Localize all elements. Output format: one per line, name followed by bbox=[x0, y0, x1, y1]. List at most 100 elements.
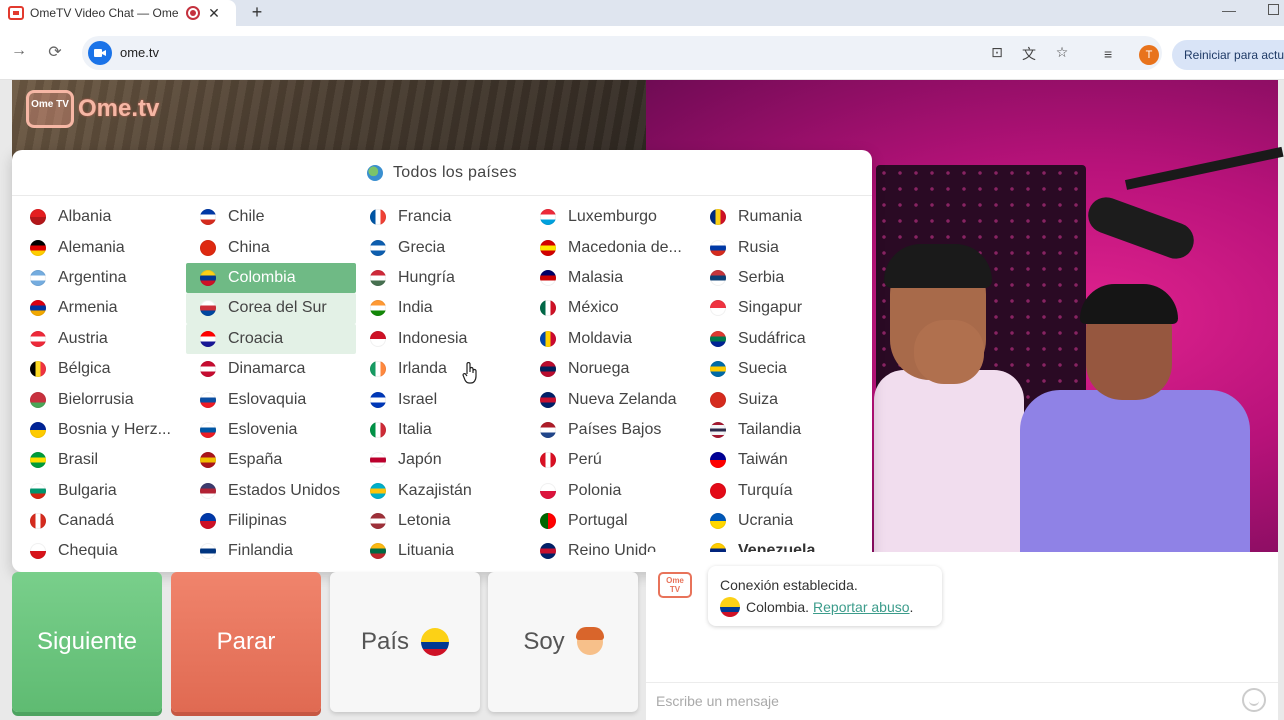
country-option[interactable]: Alemania bbox=[16, 232, 186, 262]
country-option[interactable]: Israel bbox=[356, 384, 526, 414]
country-option[interactable]: España bbox=[186, 445, 356, 475]
country-option[interactable]: Nueva Zelanda bbox=[526, 384, 696, 414]
country-flag-icon bbox=[370, 543, 386, 560]
country-option[interactable]: Polonia bbox=[526, 476, 696, 506]
country-option[interactable]: Letonia bbox=[356, 506, 526, 536]
country-option[interactable]: Perú bbox=[526, 445, 696, 475]
browser-tab[interactable]: OmeTV Video Chat — Ome ✕ bbox=[0, 0, 236, 26]
logo-text: Ome.tv bbox=[78, 95, 160, 122]
country-option[interactable]: Dinamarca bbox=[186, 354, 356, 384]
country-flag-icon bbox=[540, 239, 556, 256]
country-label: Ucrania bbox=[738, 512, 794, 530]
country-option[interactable]: Malasia bbox=[526, 263, 696, 293]
country-option[interactable]: Suiza bbox=[696, 384, 866, 414]
country-option[interactable]: Luxemburgo bbox=[526, 202, 696, 232]
bookmark-star-icon[interactable]: ☆ bbox=[1052, 44, 1072, 61]
country-option[interactable]: Italia bbox=[356, 415, 526, 445]
reload-icon[interactable]: ⟳ bbox=[44, 42, 66, 62]
country-option[interactable]: Albania bbox=[16, 202, 186, 232]
address-bar[interactable]: ome.tv ⊡ 文 ☆ bbox=[82, 36, 1162, 70]
emoji-smile-icon[interactable] bbox=[1242, 688, 1266, 712]
country-flag-icon bbox=[30, 543, 46, 560]
restart-update-button[interactable]: Reiniciar para actu bbox=[1172, 40, 1284, 70]
country-option[interactable]: Finlandia bbox=[186, 536, 356, 566]
country-option[interactable]: Noruega bbox=[526, 354, 696, 384]
new-tab-button[interactable]: + bbox=[246, 2, 268, 23]
country-option[interactable]: Austria bbox=[16, 324, 186, 354]
url-text[interactable]: ome.tv bbox=[120, 45, 159, 60]
country-option[interactable]: Argentina bbox=[16, 263, 186, 293]
country-filter-button[interactable]: País bbox=[330, 572, 480, 712]
colombia-flag-icon bbox=[720, 597, 740, 617]
country-option[interactable]: Países Bajos bbox=[526, 415, 696, 445]
country-option[interactable]: Chequia bbox=[16, 536, 186, 566]
country-option[interactable]: Tailandia bbox=[696, 415, 866, 445]
country-option[interactable]: Rumania bbox=[696, 202, 866, 232]
next-button[interactable]: Siguiente bbox=[12, 572, 162, 712]
stop-button[interactable]: Parar bbox=[171, 572, 321, 712]
country-option[interactable]: Brasil bbox=[16, 445, 186, 475]
country-option[interactable]: Taiwán bbox=[696, 445, 866, 475]
minimize-icon[interactable]: — bbox=[1222, 2, 1236, 18]
country-option[interactable]: Canadá bbox=[16, 506, 186, 536]
country-option[interactable]: Armenia bbox=[16, 293, 186, 323]
media-controls-icon[interactable]: ≡ bbox=[1104, 46, 1112, 62]
all-countries-option[interactable]: Todos los países bbox=[12, 150, 872, 196]
country-option[interactable]: Bielorrusia bbox=[16, 384, 186, 414]
country-option[interactable]: Portugal bbox=[526, 506, 696, 536]
country-option[interactable]: Moldavia bbox=[526, 324, 696, 354]
message-input[interactable]: Escribe un mensaje bbox=[646, 682, 1278, 720]
country-option[interactable]: Bosnia y Herz... bbox=[16, 415, 186, 445]
country-flag-icon bbox=[370, 209, 386, 226]
country-option[interactable]: Suecia bbox=[696, 354, 866, 384]
country-option[interactable]: Lituania bbox=[356, 536, 526, 566]
forward-arrow-icon[interactable]: → bbox=[8, 42, 30, 60]
install-app-icon[interactable]: ⊡ bbox=[987, 44, 1007, 61]
country-option[interactable]: India bbox=[356, 293, 526, 323]
country-option[interactable]: Kazajistán bbox=[356, 476, 526, 506]
gender-button[interactable]: Soy bbox=[488, 572, 638, 712]
country-option[interactable]: China bbox=[186, 232, 356, 262]
country-column: Francia Grecia Hungría India Indonesia Irland… bbox=[356, 202, 526, 567]
country-option[interactable]: México bbox=[526, 293, 696, 323]
country-label: Bielorrusia bbox=[58, 390, 134, 408]
country-option[interactable]: Chile bbox=[186, 202, 356, 232]
country-option[interactable]: Filipinas bbox=[186, 506, 356, 536]
translate-icon[interactable]: 文 bbox=[1019, 44, 1039, 64]
country-option[interactable]: Francia bbox=[356, 202, 526, 232]
country-option[interactable]: Japón bbox=[356, 445, 526, 475]
tab-close-icon[interactable]: ✕ bbox=[206, 5, 222, 22]
video-person bbox=[1020, 284, 1250, 552]
country-option[interactable]: Colombia bbox=[186, 262, 356, 294]
country-option[interactable]: Bélgica bbox=[16, 354, 186, 384]
camera-site-icon[interactable] bbox=[88, 41, 112, 65]
country-label: Rumania bbox=[738, 208, 803, 226]
country-option[interactable]: Turquía bbox=[696, 476, 866, 506]
maximize-icon[interactable] bbox=[1268, 4, 1279, 15]
country-option[interactable]: Serbia bbox=[696, 263, 866, 293]
country-option[interactable]: Bulgaria bbox=[16, 476, 186, 506]
country-label: México bbox=[568, 299, 619, 317]
video-person bbox=[874, 244, 1024, 552]
ometv-logo: Ome TV Ome.tv bbox=[26, 90, 159, 128]
country-option[interactable]: Ucrania bbox=[696, 506, 866, 536]
country-option[interactable]: Estados Unidos bbox=[186, 476, 356, 506]
profile-avatar[interactable]: T bbox=[1139, 45, 1159, 65]
country-flag-icon bbox=[540, 269, 556, 286]
country-option[interactable]: Eslovaquia bbox=[186, 384, 356, 414]
country-option[interactable]: Sudáfrica bbox=[696, 324, 866, 354]
country-option[interactable]: Croacia bbox=[186, 323, 356, 354]
country-option[interactable]: Macedonia de... bbox=[526, 232, 696, 262]
country-option[interactable]: Rusia bbox=[696, 232, 866, 262]
country-option[interactable]: Grecia bbox=[356, 232, 526, 262]
country-option[interactable]: Hungría bbox=[356, 263, 526, 293]
country-flag-icon bbox=[540, 543, 556, 560]
country-option[interactable]: Irlanda bbox=[356, 354, 526, 384]
report-abuse-link[interactable]: Reportar abuso bbox=[813, 599, 910, 615]
country-option[interactable]: Eslovenia bbox=[186, 415, 356, 445]
tv-logo-icon: Ome TV bbox=[26, 90, 74, 128]
country-option[interactable]: Indonesia bbox=[356, 324, 526, 354]
country-label: Indonesia bbox=[398, 329, 468, 347]
country-option[interactable]: Singapur bbox=[696, 293, 866, 323]
country-option[interactable]: Corea del Sur bbox=[186, 293, 356, 324]
